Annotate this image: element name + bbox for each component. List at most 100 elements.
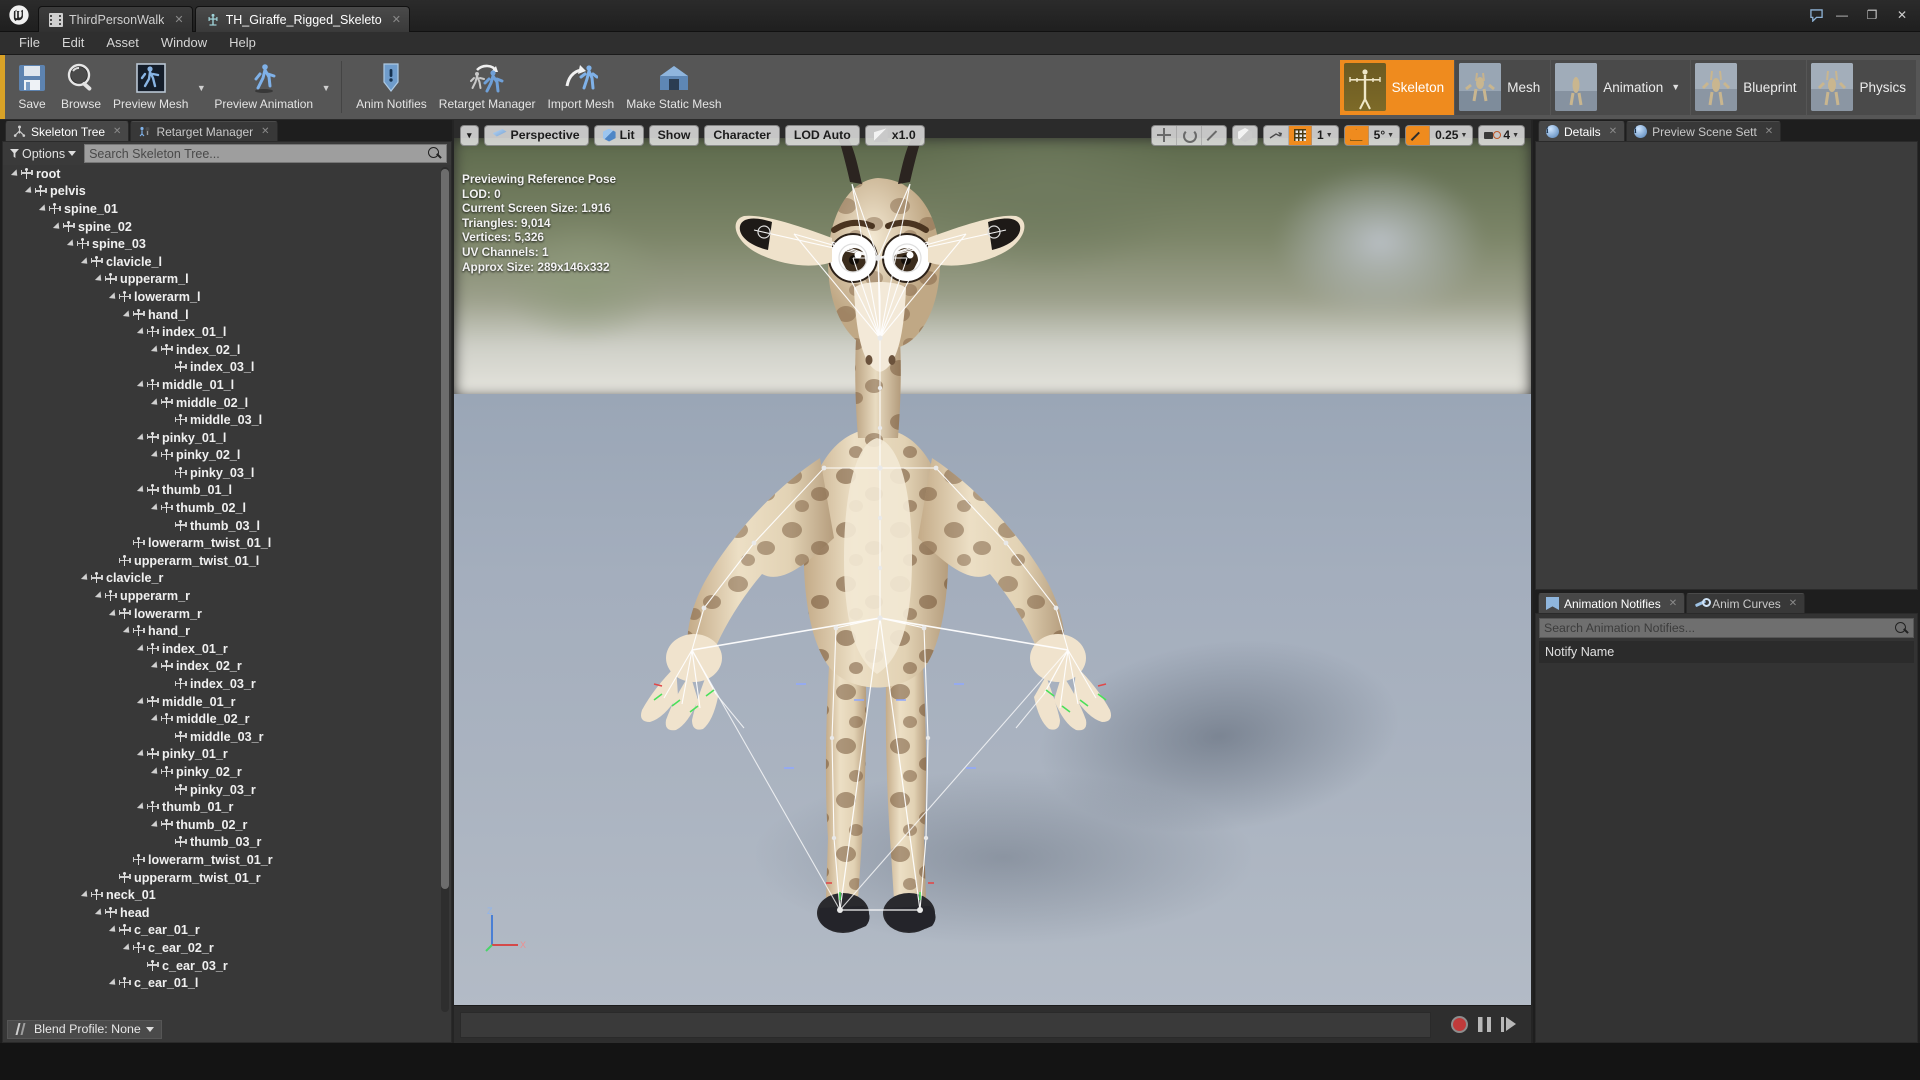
tree-item-spine_02[interactable]: spine_02 <box>3 218 451 236</box>
close-icon[interactable]: ✕ <box>174 13 183 26</box>
tree-item-index_01_l[interactable]: index_01_l <box>3 323 451 341</box>
rotation-snap-value-button[interactable]: 5° ▼ <box>1369 126 1399 145</box>
expand-arrow-icon[interactable] <box>80 257 91 267</box>
expand-arrow-icon[interactable] <box>136 802 147 812</box>
close-icon[interactable]: ✕ <box>113 126 121 137</box>
show-menu-button[interactable]: Show <box>648 124 700 146</box>
expand-arrow-icon[interactable] <box>122 309 133 320</box>
tree-item-c_ear_03_r[interactable]: c_ear_03_r <box>3 957 451 975</box>
tree-scrollbar[interactable] <box>441 167 449 1012</box>
expand-arrow-icon[interactable] <box>24 186 35 196</box>
tree-item-upperarm_twist_01_r[interactable]: upperarm_twist_01_r <box>3 869 451 887</box>
chevron-down-icon[interactable]: ▼ <box>194 83 208 93</box>
close-icon[interactable]: ✕ <box>392 13 401 26</box>
expand-arrow-icon[interactable] <box>108 925 119 935</box>
tree-item-thumb_02_l[interactable]: thumb_02_l <box>3 499 451 517</box>
mode-button-mesh[interactable]: Mesh <box>1455 59 1551 115</box>
tree-item-index_02_l[interactable]: index_02_l <box>3 341 451 359</box>
tree-item-pinky_02_r[interactable]: pinky_02_r <box>3 763 451 781</box>
tree-item-clavicle_r[interactable]: clavicle_r <box>3 570 451 588</box>
menu-asset[interactable]: Asset <box>95 32 150 54</box>
search-animation-notifies-field[interactable] <box>1539 618 1914 638</box>
tree-item-clavicle_l[interactable]: clavicle_l <box>3 253 451 271</box>
view-mode-button[interactable]: Lit <box>593 124 644 146</box>
tree-item-upperarm_twist_01_l[interactable]: upperarm_twist_01_l <box>3 552 451 570</box>
notify-name-column-header[interactable]: Notify Name <box>1539 641 1914 663</box>
search-skeleton-tree-field[interactable] <box>84 144 447 163</box>
camera-speed-button[interactable]: 4 ▼ <box>1479 126 1524 145</box>
tree-item-middle_02_r[interactable]: middle_02_r <box>3 710 451 728</box>
close-icon[interactable]: ✕ <box>1765 126 1773 137</box>
tree-item-lowerarm_l[interactable]: lowerarm_l <box>3 288 451 306</box>
skeleton-tree-list[interactable]: root pelvis spine_01 spine_02 spine_03 clavic… <box>3 165 451 1014</box>
character-menu-button[interactable]: Character <box>704 124 780 146</box>
expand-arrow-icon[interactable] <box>122 943 133 953</box>
menu-help[interactable]: Help <box>218 32 267 54</box>
tree-item-thumb_03_l[interactable]: thumb_03_l <box>3 517 451 535</box>
tab-anim-curves[interactable]: Anim Curves ✕ <box>1686 593 1806 613</box>
window-tab-thirdpersonwalk[interactable]: ThirdPersonWalk ✕ <box>38 6 193 32</box>
tree-item-root[interactable]: root <box>3 165 451 183</box>
tree-item-pelvis[interactable]: pelvis <box>3 183 451 201</box>
tree-item-spine_01[interactable]: spine_01 <box>3 200 451 218</box>
tree-item-index_03_r[interactable]: index_03_r <box>3 675 451 693</box>
expand-arrow-icon[interactable] <box>94 908 105 918</box>
expand-arrow-icon[interactable] <box>136 433 147 443</box>
maximize-button[interactable]: ❐ <box>1858 4 1886 26</box>
tree-item-c_ear_01_l[interactable]: c_ear_01_l <box>3 974 451 992</box>
close-button[interactable]: ✕ <box>1888 4 1916 26</box>
notify-search-input[interactable] <box>1544 621 1894 635</box>
mode-button-physics[interactable]: Physics <box>1807 59 1916 115</box>
grid-snap-value-button[interactable]: 1 ▼ <box>1312 126 1338 145</box>
expand-arrow-icon[interactable] <box>108 609 119 619</box>
expand-arrow-icon[interactable] <box>108 292 119 302</box>
camera-mode-button[interactable]: Perspective <box>483 124 589 146</box>
make-static-mesh-button[interactable]: Make Static Mesh <box>620 58 727 111</box>
scale-snap-toggle[interactable] <box>1406 125 1431 145</box>
tree-item-pinky_03_r[interactable]: pinky_03_r <box>3 781 451 799</box>
timeline-scrub-track[interactable] <box>460 1011 1431 1038</box>
tree-item-lowerarm_r[interactable]: lowerarm_r <box>3 605 451 623</box>
tree-item-index_01_r[interactable]: index_01_r <box>3 640 451 658</box>
expand-arrow-icon[interactable] <box>122 626 133 636</box>
search-input[interactable] <box>89 146 427 161</box>
tree-item-thumb_03_r[interactable]: thumb_03_r <box>3 834 451 852</box>
expand-arrow-icon[interactable] <box>38 204 49 214</box>
window-tab-giraffe-skeleton[interactable]: TH_Giraffe_Rigged_Skeleto ✕ <box>194 6 410 32</box>
tree-item-middle_01_r[interactable]: middle_01_r <box>3 693 451 711</box>
close-icon[interactable]: ✕ <box>1669 598 1677 609</box>
preview-mesh-button[interactable]: Preview Mesh <box>107 58 194 111</box>
tab-details[interactable]: i Details ✕ <box>1538 121 1626 141</box>
tree-item-index_02_r[interactable]: index_02_r <box>3 658 451 676</box>
expand-arrow-icon[interactable] <box>136 380 147 390</box>
close-icon[interactable]: ✕ <box>1609 126 1617 137</box>
preview-viewport[interactable]: Previewing Reference Pose LOD: 0 Current… <box>454 120 1531 1043</box>
expand-arrow-icon[interactable] <box>10 169 21 179</box>
expand-arrow-icon[interactable] <box>150 661 161 672</box>
expand-arrow-icon[interactable] <box>80 573 91 584</box>
tree-item-middle_02_l[interactable]: middle_02_l <box>3 394 451 412</box>
tree-item-thumb_01_r[interactable]: thumb_01_r <box>3 798 451 816</box>
feedback-icon[interactable] <box>1806 5 1826 25</box>
tree-item-lowerarm_twist_01_r[interactable]: lowerarm_twist_01_r <box>3 851 451 869</box>
tree-item-thumb_02_r[interactable]: thumb_02_r <box>3 816 451 834</box>
menu-window[interactable]: Window <box>150 32 218 54</box>
scale-mode-button[interactable] <box>1202 126 1226 145</box>
tree-item-hand_r[interactable]: hand_r <box>3 622 451 640</box>
tree-scrollbar-thumb[interactable] <box>441 169 449 889</box>
playback-speed-button[interactable]: x1.0 <box>864 124 925 146</box>
expand-arrow-icon[interactable] <box>52 221 63 232</box>
lod-menu-button[interactable]: LOD Auto <box>784 124 860 146</box>
tree-item-upperarm_r[interactable]: upperarm_r <box>3 587 451 605</box>
viewport-options-menu-button[interactable]: ▾ <box>460 124 479 146</box>
mode-button-blueprint[interactable]: Blueprint <box>1691 59 1807 115</box>
tree-item-middle_03_r[interactable]: middle_03_r <box>3 728 451 746</box>
chevron-down-icon[interactable]: ▼ <box>1671 82 1680 92</box>
tree-item-hand_l[interactable]: hand_l <box>3 306 451 324</box>
expand-arrow-icon[interactable] <box>136 749 147 759</box>
scale-snap-value-button[interactable]: 0.25 ▼ <box>1430 126 1472 145</box>
expand-arrow-icon[interactable] <box>150 714 161 724</box>
tree-item-pinky_01_r[interactable]: pinky_01_r <box>3 746 451 764</box>
menu-file[interactable]: File <box>8 32 51 54</box>
tab-animation-notifies[interactable]: Animation Notifies ✕ <box>1538 593 1686 613</box>
